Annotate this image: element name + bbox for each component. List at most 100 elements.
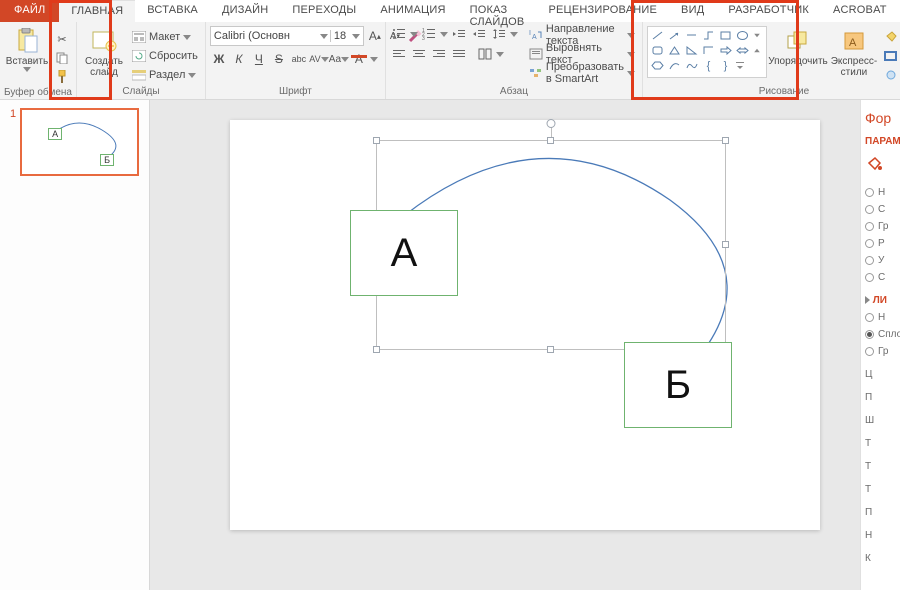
line-cap-row[interactable]: Т (865, 484, 896, 495)
tab-home[interactable]: ГЛАВНАЯ (59, 0, 135, 22)
numbering-button[interactable]: 123 (420, 26, 438, 42)
resize-handle-s[interactable] (547, 346, 554, 353)
tab-view[interactable]: ВИД (669, 0, 716, 22)
collapse-icon[interactable] (865, 296, 870, 304)
slide-thumbnail-1[interactable]: А Б (20, 108, 139, 176)
shape-triangle-icon[interactable] (667, 44, 682, 57)
shape-rbrace-icon[interactable]: } (718, 59, 733, 72)
chevron-down-icon[interactable] (510, 32, 518, 37)
formatpainter-button[interactable] (52, 68, 72, 86)
radio-fill-pic[interactable] (865, 239, 874, 248)
font-size-combo[interactable]: 18 (330, 30, 350, 42)
paste-button[interactable]: Вставить (4, 26, 50, 84)
line-color-row[interactable]: Ц (865, 369, 896, 380)
shape-oval-icon[interactable] (735, 29, 750, 42)
shape-box-b[interactable]: Б (624, 342, 732, 428)
tab-transitions[interactable]: ПЕРЕХОДЫ (280, 0, 368, 22)
underline-button[interactable]: Ч (250, 50, 268, 68)
tab-slideshow[interactable]: ПОКАЗ СЛАЙДОВ (458, 0, 537, 22)
resize-handle-nw[interactable] (373, 137, 380, 144)
shape-connector-icon[interactable] (701, 29, 716, 42)
shape-rarrow-icon[interactable] (718, 44, 733, 57)
shape-lbrace-icon[interactable]: { (701, 59, 716, 72)
grow-font-button[interactable]: A▴ (366, 27, 384, 45)
shape-fill-button[interactable]: За (881, 28, 900, 46)
shape-line2-icon[interactable] (684, 29, 699, 42)
bold-button[interactable]: Ж (210, 50, 228, 68)
chevron-down-icon[interactable] (410, 32, 418, 37)
quick-styles-button[interactable]: А Экспресс- стили (829, 26, 879, 84)
slide-canvas-area[interactable]: А Б (150, 100, 900, 590)
line-transparency-row[interactable]: П (865, 392, 896, 403)
shape-arrow-icon[interactable] (667, 29, 682, 42)
gallery-expand-icon[interactable] (735, 59, 745, 72)
resize-handle-ne[interactable] (722, 137, 729, 144)
arrange-button[interactable]: Упорядочить (769, 26, 827, 84)
fill-tab-icon[interactable] (865, 155, 883, 173)
shape-outline-button[interactable]: Ко (881, 47, 900, 65)
align-center-button[interactable] (410, 46, 428, 62)
cut-button[interactable]: ✂ (52, 30, 72, 48)
slide[interactable]: А Б (230, 120, 820, 530)
chevron-down-icon[interactable] (496, 52, 504, 57)
case-button[interactable]: Aa (330, 50, 348, 68)
shape-hex-icon[interactable] (650, 59, 665, 72)
tab-animations[interactable]: АНИМАЦИЯ (368, 0, 457, 22)
resize-handle-e[interactable] (722, 241, 729, 248)
chevron-down-icon[interactable] (370, 57, 378, 62)
new-slide-button[interactable]: Создать слайд (81, 26, 127, 84)
line-compound-row[interactable]: Т (865, 438, 896, 449)
rotation-handle[interactable] (547, 119, 556, 128)
shape-elbow-icon[interactable] (701, 44, 716, 57)
align-justify-button[interactable] (450, 46, 468, 62)
tab-review[interactable]: РЕЦЕНЗИРОВАНИЕ (536, 0, 669, 22)
radio-line-solid[interactable] (865, 330, 874, 339)
radio-line-none[interactable] (865, 313, 874, 322)
italic-button[interactable]: К (230, 50, 248, 68)
radio-line-grad[interactable] (865, 347, 874, 356)
bullets-button[interactable] (390, 26, 408, 42)
radio-fill-none[interactable] (865, 188, 874, 197)
radio-fill-patt[interactable] (865, 256, 874, 265)
tab-developer[interactable]: РАЗРАБОТЧИК (716, 0, 821, 22)
shapes-gallery[interactable]: { } (647, 26, 767, 78)
shape-effects-button[interactable]: Эф (881, 66, 900, 84)
line-begin-row[interactable]: Н (865, 530, 896, 541)
shape-roundrect-icon[interactable] (650, 44, 665, 57)
layout-button[interactable]: Макет (129, 28, 201, 46)
align-left-button[interactable] (390, 46, 408, 62)
shape-line-icon[interactable] (650, 29, 665, 42)
columns-button[interactable] (476, 46, 494, 62)
strike-button[interactable]: S (270, 50, 288, 68)
indent-button[interactable] (470, 26, 488, 42)
line-dash-row[interactable]: Т (865, 461, 896, 472)
line-width-row[interactable]: Ш (865, 415, 896, 426)
font-name-combo[interactable]: Calibri (Основн18 (210, 26, 364, 46)
gallery-scroll-icon[interactable] (752, 44, 762, 57)
section-button[interactable]: Раздел (129, 66, 201, 84)
reset-button[interactable]: Сбросить (129, 47, 201, 65)
shape-box-a[interactable]: А (350, 210, 458, 296)
outdent-button[interactable] (450, 26, 468, 42)
radio-fill-slide[interactable] (865, 273, 874, 282)
align-right-button[interactable] (430, 46, 448, 62)
resize-handle-sw[interactable] (373, 346, 380, 353)
radio-fill-solid[interactable] (865, 205, 874, 214)
smartart-button[interactable]: Преобразовать в SmartArt (526, 64, 638, 82)
linespacing-button[interactable] (490, 26, 508, 42)
shadow-button[interactable]: abc (290, 50, 308, 68)
tab-file[interactable]: ФАЙЛ (0, 0, 59, 22)
tab-insert[interactable]: ВСТАВКА (135, 0, 210, 22)
line-join-row[interactable]: П (865, 507, 896, 518)
tab-acrobat[interactable]: ACROBAT (821, 0, 899, 22)
shape-freeform-icon[interactable] (684, 59, 699, 72)
shape-darrow-icon[interactable] (735, 44, 750, 57)
chevron-down-icon[interactable] (440, 32, 448, 37)
radio-fill-grad[interactable] (865, 222, 874, 231)
resize-handle-n[interactable] (547, 137, 554, 144)
shape-rtriangle-icon[interactable] (684, 44, 699, 57)
line-end-row[interactable]: К (865, 553, 896, 564)
font-color-button[interactable]: A (350, 50, 368, 68)
shape-curve-icon[interactable] (667, 59, 682, 72)
copy-button[interactable] (52, 49, 72, 67)
